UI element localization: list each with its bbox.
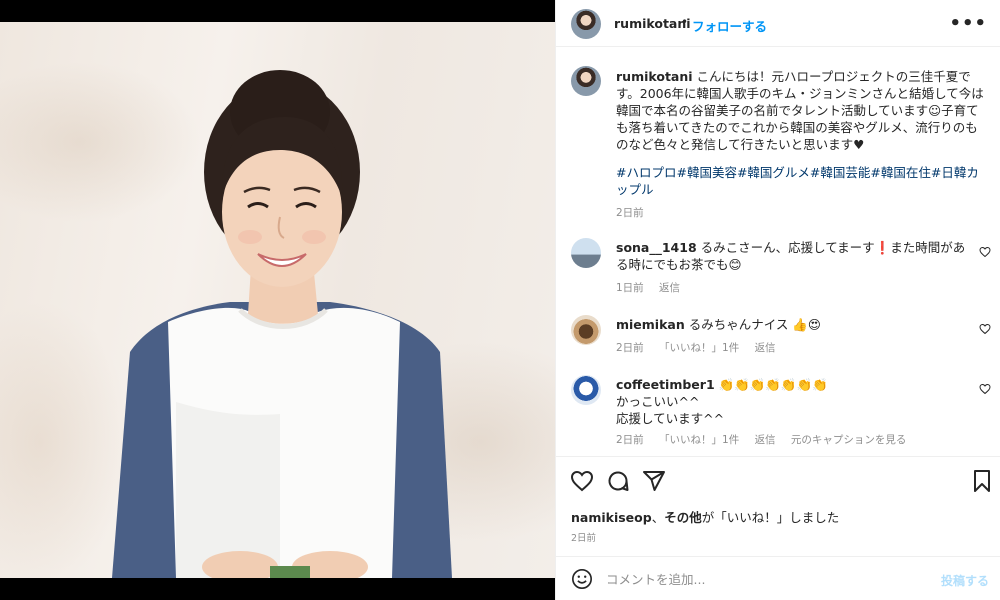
caption-body: rumikotani こんにちは！元ハロープロジェクトの三佳千夏です。2006年… xyxy=(616,68,986,153)
likes-suffix: が「いいね！」しました xyxy=(701,510,840,525)
comment-username[interactable]: miemikan xyxy=(616,317,685,332)
likes-connector: 、 xyxy=(651,510,665,525)
comment-timestamp: 2日前 xyxy=(616,434,644,446)
caption-timestamp: 2日前 xyxy=(616,207,644,219)
avatar[interactable] xyxy=(571,315,601,345)
liked-by-others-link[interactable]: その他 xyxy=(664,510,702,525)
caption-username[interactable]: rumikotani xyxy=(616,69,693,84)
view-original-caption-link[interactable]: 元のキャプションを見る xyxy=(791,434,907,446)
comment-likes-count[interactable]: 「いいね！」1件 xyxy=(659,342,739,354)
comment-input[interactable] xyxy=(606,569,926,589)
reply-button[interactable]: 返信 xyxy=(755,434,776,446)
separator-dot: • xyxy=(681,15,689,29)
portrait-illustration xyxy=(112,70,452,578)
like-comment-heart-icon[interactable] xyxy=(979,323,991,335)
comment-meta: 2日前 「いいね！」1件 返信 元のキャプションを見る xyxy=(616,432,918,447)
comment-username[interactable]: coffeetimber1 xyxy=(616,377,715,392)
like-comment-heart-icon[interactable] xyxy=(979,383,991,395)
comment-meta: 1日前 返信 xyxy=(616,280,692,295)
more-options-icon[interactable]: ••• xyxy=(949,13,987,34)
post-header: rumikotani • フォローする ••• xyxy=(556,0,1000,47)
post-detail-panel: rumikotani • フォローする ••• rumikotani こんにちは… xyxy=(555,0,1000,600)
like-comment-heart-icon[interactable] xyxy=(979,246,991,258)
heart-icon[interactable] xyxy=(570,469,594,493)
comment-item: coffeetimber1 👏👏👏👏👏👏👏 かっこいい^^ 応援しています^^ … xyxy=(571,375,991,455)
likes-summary: namikiseop、その他が「いいね！」しました xyxy=(571,507,839,526)
avatar[interactable] xyxy=(571,66,601,96)
bookmark-icon[interactable] xyxy=(970,469,994,493)
comment-text: るみちゃんナイス 👍😍 xyxy=(688,317,821,332)
post-media xyxy=(0,0,555,600)
comment-username[interactable]: sona__1418 xyxy=(616,240,697,255)
post-photo[interactable] xyxy=(0,22,555,578)
header-username[interactable]: rumikotani xyxy=(614,16,691,31)
comment-timestamp: 1日前 xyxy=(616,282,644,294)
share-icon[interactable] xyxy=(642,469,666,493)
comment-body: miemikan るみちゃんナイス 👍😍 xyxy=(616,316,966,333)
comment-meta: 2日前 「いいね！」1件 返信 xyxy=(616,340,788,355)
caption-hashtags[interactable]: #ハロプロ#韓国美容#韓国グルメ#韓国芸能#韓国在住#日韓カップル xyxy=(616,164,986,198)
reply-button[interactable]: 返信 xyxy=(659,282,680,294)
comment-icon[interactable] xyxy=(606,469,630,493)
liked-by-username[interactable]: namikiseop xyxy=(571,510,652,525)
comment-item: miemikan るみちゃんナイス 👍😍 2日前 「いいね！」1件 返信 xyxy=(571,315,991,355)
comment-body: coffeetimber1 👏👏👏👏👏👏👏 かっこいい^^ 応援しています^^ xyxy=(616,376,966,427)
comment-timestamp: 2日前 xyxy=(616,342,644,354)
avatar[interactable] xyxy=(571,375,601,405)
follow-button[interactable]: フォローする xyxy=(692,16,767,35)
comment-item: sona__1418 るみこさーん、応援してまーす❗️また時間がある時にでもお茶… xyxy=(571,238,991,298)
reply-button[interactable]: 返信 xyxy=(755,342,776,354)
avatar[interactable] xyxy=(571,9,601,39)
post-actions: namikiseop、その他が「いいね！」しました 2日前 xyxy=(556,456,1000,556)
post-timestamp[interactable]: 2日前 xyxy=(571,530,596,544)
comment-body: sona__1418 るみこさーん、応援してまーす❗️また時間がある時にでもお茶… xyxy=(616,239,966,273)
add-comment-bar: 投稿する xyxy=(556,556,1000,600)
comment-likes-count[interactable]: 「いいね！」1件 xyxy=(659,434,739,446)
comments-scroll-area[interactable]: rumikotani こんにちは！元ハロープロジェクトの三佳千夏です。2006年… xyxy=(556,48,1000,456)
avatar[interactable] xyxy=(571,238,601,268)
emoji-icon[interactable] xyxy=(571,568,593,590)
post-comment-button[interactable]: 投稿する xyxy=(941,572,989,589)
